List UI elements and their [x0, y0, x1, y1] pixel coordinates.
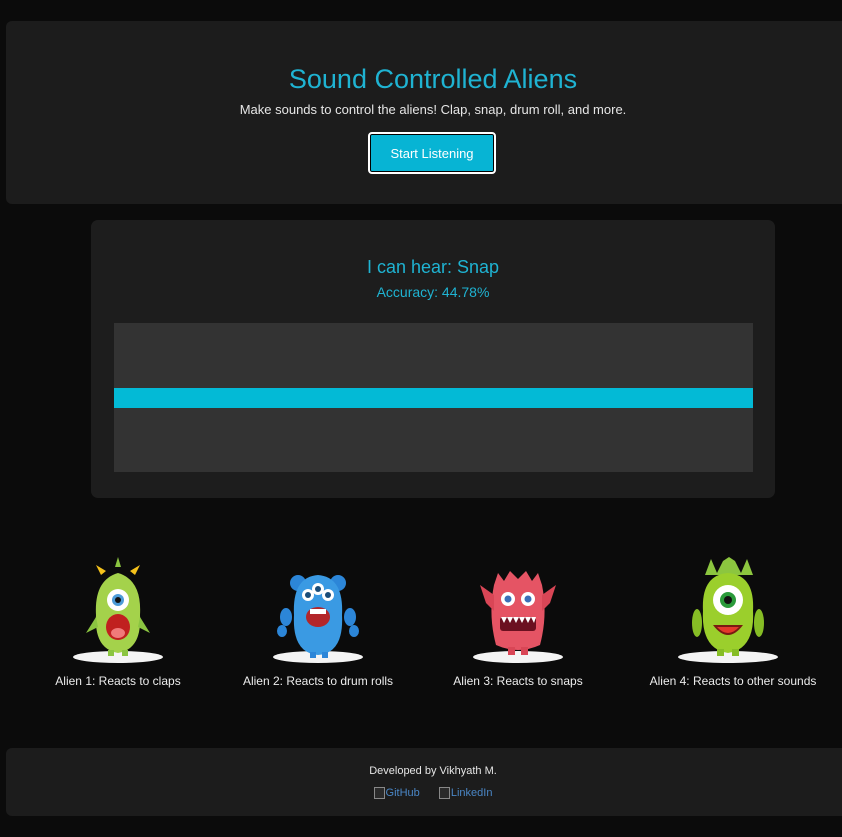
blue-three-eyed-alien-icon — [273, 575, 363, 663]
green-one-eyed-alien-icon — [73, 557, 163, 663]
broken-image-icon — [438, 787, 450, 799]
audio-visualizer — [114, 323, 753, 472]
detected-sound-label: I can hear: Snap — [366, 257, 500, 277]
developer-credit: Developed by Vikhyath M. — [369, 765, 497, 777]
github-link-label: GitHub — [385, 787, 420, 799]
lime-cyclops-alien-icon — [678, 557, 778, 663]
red-furry-alien-icon — [473, 571, 563, 663]
alien-2-caption: Alien 2: Reacts to drum rolls — [242, 674, 394, 688]
sound-detector-panel: I can hear: Snap Accuracy: 44.78% — [91, 220, 775, 498]
alien-1-card: Alien 1: Reacts to claps — [18, 555, 218, 695]
audio-level-bar — [114, 388, 753, 408]
alien-4-caption: Alien 4: Reacts to other sounds — [649, 674, 817, 688]
alien-4-card: Alien 4: Reacts to other sounds — [628, 555, 828, 695]
accuracy-label: Accuracy: 44.78% — [376, 284, 490, 300]
page-subtitle: Make sounds to control the aliens! Clap,… — [239, 102, 627, 117]
header-section: Sound Controlled Aliens Make sounds to c… — [6, 21, 842, 204]
alien-3-caption: Alien 3: Reacts to snaps — [453, 674, 583, 688]
footer-links: GitHub LinkedIn — [6, 787, 842, 802]
alien-1-caption: Alien 1: Reacts to claps — [55, 674, 181, 688]
alien-3-card: Alien 3: Reacts to snaps — [418, 555, 618, 695]
page-title: Sound Controlled Aliens — [288, 64, 578, 94]
github-link[interactable]: GitHub — [373, 787, 420, 799]
start-listening-button[interactable]: Start Listening — [368, 132, 496, 174]
footer: Developed by Vikhyath M. GitHub LinkedIn — [6, 748, 842, 816]
broken-image-icon — [373, 787, 385, 799]
linkedin-link-label: LinkedIn — [450, 787, 493, 799]
alien-2-card: Alien 2: Reacts to drum rolls — [218, 555, 418, 695]
linkedin-link[interactable]: LinkedIn — [438, 787, 493, 799]
